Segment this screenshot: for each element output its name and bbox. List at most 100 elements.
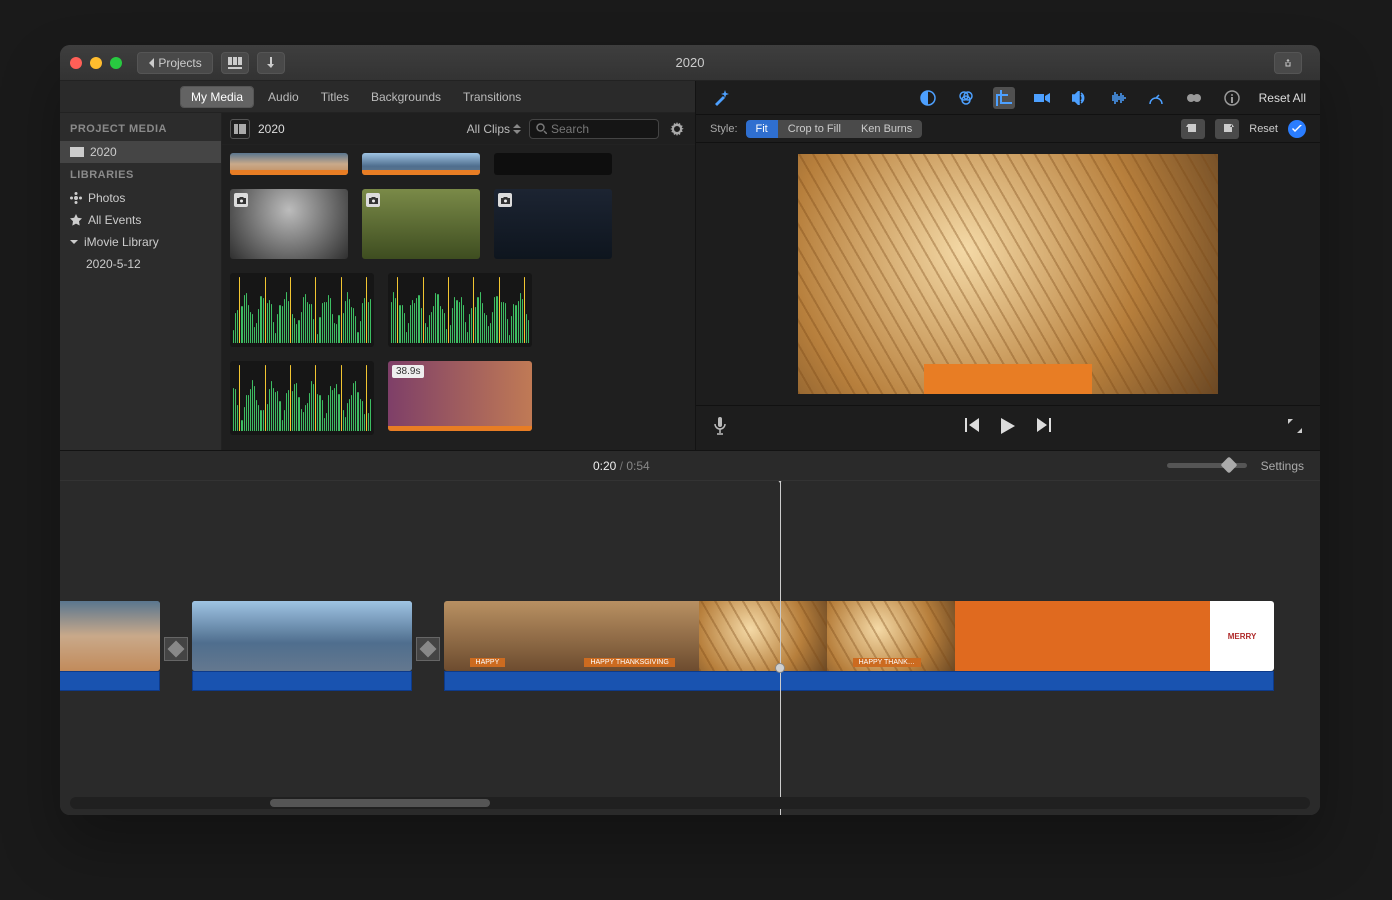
preview-frame[interactable] bbox=[798, 154, 1218, 394]
style-crop[interactable]: Crop to Fill bbox=[778, 120, 851, 138]
tab-backgrounds[interactable]: Backgrounds bbox=[371, 90, 441, 104]
search-icon bbox=[536, 123, 547, 134]
camera-icon bbox=[234, 193, 248, 207]
media-audio-clip[interactable] bbox=[230, 361, 374, 435]
star-icon bbox=[70, 214, 82, 226]
style-kenburns[interactable]: Ken Burns bbox=[851, 120, 922, 138]
sort-icon bbox=[513, 124, 521, 134]
project-name-label: 2020 bbox=[90, 145, 117, 159]
back-label: Projects bbox=[158, 56, 201, 70]
share-button[interactable] bbox=[1274, 52, 1302, 74]
timeline-clip[interactable] bbox=[192, 601, 412, 671]
playhead[interactable] bbox=[780, 481, 781, 815]
reset-all-button[interactable]: Reset All bbox=[1259, 91, 1306, 105]
crop-style-segment: Fit Crop to Fill Ken Burns bbox=[746, 120, 923, 138]
playhead-anchor bbox=[775, 663, 785, 673]
playhead-handle-icon bbox=[774, 481, 786, 483]
title-overlay bbox=[924, 364, 1092, 394]
window-title: 2020 bbox=[60, 55, 1320, 70]
filters-icon[interactable] bbox=[1183, 87, 1205, 109]
clip-filter-dropdown[interactable]: All Clips bbox=[467, 122, 521, 136]
viewer-panel: Reset All Style: Fit Crop to Fill Ken Bu… bbox=[696, 81, 1320, 450]
timeline-header: 0:20 / 0:54 Settings bbox=[60, 451, 1320, 481]
timeline-clip[interactable] bbox=[60, 601, 160, 671]
total-duration: 0:54 bbox=[626, 459, 649, 473]
noise-reduction-icon[interactable] bbox=[1107, 87, 1129, 109]
import-button[interactable] bbox=[221, 52, 249, 74]
app-window: Projects 2020 My Media Audio Titles Back… bbox=[60, 45, 1320, 815]
prev-frame-button[interactable] bbox=[965, 418, 979, 439]
media-audio-clip[interactable] bbox=[230, 273, 374, 347]
traffic-lights bbox=[70, 57, 122, 69]
crop-tool-icon[interactable] bbox=[993, 87, 1015, 109]
volume-icon[interactable] bbox=[1069, 87, 1091, 109]
media-clip[interactable] bbox=[362, 153, 480, 175]
fullscreen-button[interactable] bbox=[1288, 419, 1302, 438]
sidebar-item-imovie-library[interactable]: iMovie Library bbox=[60, 231, 221, 253]
back-to-projects-button[interactable]: Projects bbox=[137, 52, 213, 74]
titlebar: Projects 2020 bbox=[60, 45, 1320, 81]
timeline-settings-button[interactable]: Settings bbox=[1261, 459, 1304, 473]
sidebar-item-all-events[interactable]: All Events bbox=[60, 209, 221, 231]
media-settings-button[interactable] bbox=[667, 119, 687, 139]
clip-grid: 38.9s bbox=[222, 145, 695, 450]
transition-marker[interactable] bbox=[416, 637, 440, 661]
close-window-button[interactable] bbox=[70, 57, 82, 69]
info-icon[interactable] bbox=[1221, 87, 1243, 109]
tab-titles[interactable]: Titles bbox=[321, 90, 349, 104]
speed-icon[interactable] bbox=[1145, 87, 1167, 109]
transition-marker[interactable] bbox=[164, 637, 188, 661]
tab-my-media[interactable]: My Media bbox=[181, 87, 253, 107]
camera-icon bbox=[498, 193, 512, 207]
camera-icon bbox=[366, 193, 380, 207]
timeline-zoom-slider[interactable] bbox=[1167, 463, 1247, 468]
media-browser: 2020 All Clips Search bbox=[222, 113, 695, 450]
minimize-window-button[interactable] bbox=[90, 57, 102, 69]
play-button[interactable] bbox=[1001, 418, 1015, 439]
sidebar-item-photos[interactable]: Photos bbox=[60, 187, 221, 209]
library-sidebar: PROJECT MEDIA 2020 LIBRARIES Photos All … bbox=[60, 113, 222, 450]
inspector-toolbar: Reset All bbox=[696, 81, 1320, 115]
playhead-time: 0:20 bbox=[593, 459, 616, 473]
media-toolbar: 2020 All Clips Search bbox=[222, 113, 695, 145]
sidebar-event-2020-5-12[interactable]: 2020-5-12 bbox=[60, 253, 221, 275]
tab-transitions[interactable]: Transitions bbox=[463, 90, 521, 104]
next-frame-button[interactable] bbox=[1037, 418, 1051, 439]
media-clip[interactable] bbox=[230, 189, 348, 259]
preview-viewer bbox=[696, 143, 1320, 406]
color-balance-icon[interactable] bbox=[917, 87, 939, 109]
sidebar-head-libraries: LIBRARIES bbox=[60, 163, 221, 187]
stabilization-icon[interactable] bbox=[1031, 87, 1053, 109]
sidebar-project-2020[interactable]: 2020 bbox=[60, 141, 221, 163]
microphone-icon bbox=[714, 417, 726, 435]
media-clip[interactable]: 38.9s bbox=[388, 361, 532, 431]
media-tabs: My Media Audio Titles Backgrounds Transi… bbox=[60, 81, 695, 113]
timeline-track-area[interactable]: HAPPY HAPPY THANKSGIVING HAPPY THANK… ME… bbox=[60, 481, 1320, 815]
magic-wand-icon[interactable] bbox=[710, 87, 732, 109]
media-audio-clip[interactable] bbox=[388, 273, 532, 347]
media-clip[interactable] bbox=[494, 189, 612, 259]
layout-toggle-button[interactable] bbox=[230, 119, 250, 139]
reset-crop-button[interactable]: Reset bbox=[1249, 123, 1278, 135]
style-fit[interactable]: Fit bbox=[746, 120, 778, 138]
tab-audio[interactable]: Audio bbox=[268, 90, 299, 104]
media-clip[interactable] bbox=[494, 153, 612, 175]
media-clip[interactable] bbox=[362, 189, 480, 259]
timeline-clip[interactable]: HAPPY HAPPY THANKSGIVING HAPPY THANK… ME… bbox=[444, 601, 1274, 671]
download-button[interactable] bbox=[257, 52, 285, 74]
fullscreen-window-button[interactable] bbox=[110, 57, 122, 69]
timeline-scrollbar[interactable] bbox=[70, 797, 1310, 809]
rotate-cw-button[interactable] bbox=[1215, 119, 1239, 139]
color-correction-icon[interactable] bbox=[955, 87, 977, 109]
timeline-panel: 0:20 / 0:54 Settings bbox=[60, 451, 1320, 815]
apply-crop-button[interactable] bbox=[1288, 120, 1306, 138]
mymedia-segment: My Media bbox=[180, 86, 254, 108]
record-voiceover-button[interactable] bbox=[714, 417, 726, 440]
media-clip[interactable] bbox=[230, 153, 348, 175]
playback-controls bbox=[696, 406, 1320, 450]
media-event-name: 2020 bbox=[258, 122, 285, 136]
media-panel: My Media Audio Titles Backgrounds Transi… bbox=[60, 81, 696, 450]
search-input[interactable]: Search bbox=[529, 119, 659, 139]
chevron-down-icon bbox=[70, 238, 78, 246]
rotate-ccw-button[interactable] bbox=[1181, 119, 1205, 139]
